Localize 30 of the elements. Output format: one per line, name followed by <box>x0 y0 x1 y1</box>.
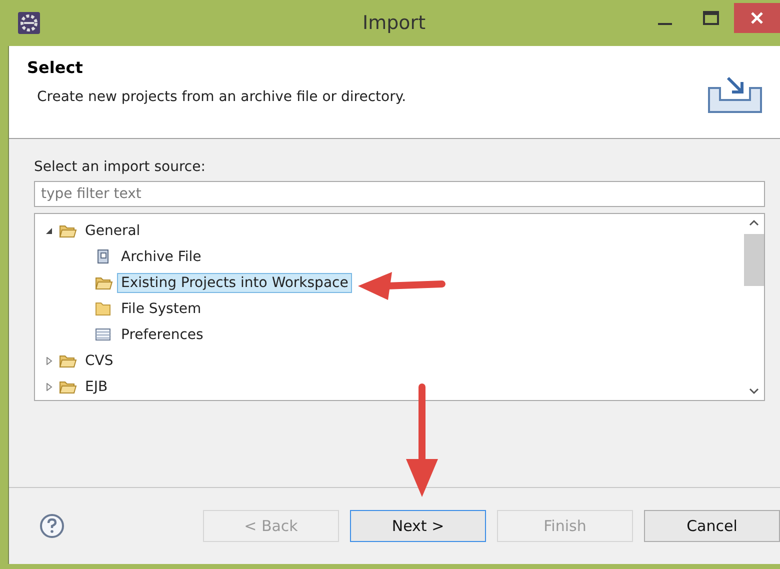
tree-item[interactable]: Archive File <box>117 247 206 267</box>
page-description: Create new projects from an archive file or directory. <box>36 89 406 105</box>
dialog-button[interactable]: Next > <box>350 510 486 542</box>
close-icon[interactable] <box>734 3 780 33</box>
expand-icon[interactable] <box>45 383 53 391</box>
filter-field[interactable]: type filter text <box>34 181 765 207</box>
folder-icon <box>95 275 113 291</box>
tree-item[interactable]: General <box>81 221 144 241</box>
tree-item[interactable]: File System <box>117 299 206 319</box>
folder-icon <box>95 301 113 317</box>
import-tray-icon <box>706 74 764 114</box>
help-icon[interactable] <box>39 513 65 539</box>
tree-item[interactable]: CVS <box>81 351 118 371</box>
folder-icon <box>59 353 77 369</box>
tree-item[interactable]: EJB <box>81 377 112 397</box>
scroll-up-icon[interactable] <box>748 218 760 228</box>
page-title: Select <box>27 58 84 77</box>
table-icon <box>95 327 113 343</box>
tree-item[interactable]: Existing Projects into Workspace <box>117 273 352 293</box>
dialog-button[interactable]: Cancel <box>644 510 780 542</box>
folder-icon <box>59 223 77 239</box>
source-label: Select an import source: <box>34 159 206 175</box>
tree-item[interactable]: Preferences <box>117 325 208 345</box>
gear-icon <box>18 12 40 34</box>
collapse-icon[interactable] <box>45 227 53 235</box>
scroll-down-icon[interactable] <box>748 386 760 396</box>
window-title: Import <box>361 12 427 34</box>
scroll-thumb[interactable] <box>744 234 764 286</box>
folder-icon <box>59 379 77 395</box>
expand-icon[interactable] <box>45 357 53 365</box>
